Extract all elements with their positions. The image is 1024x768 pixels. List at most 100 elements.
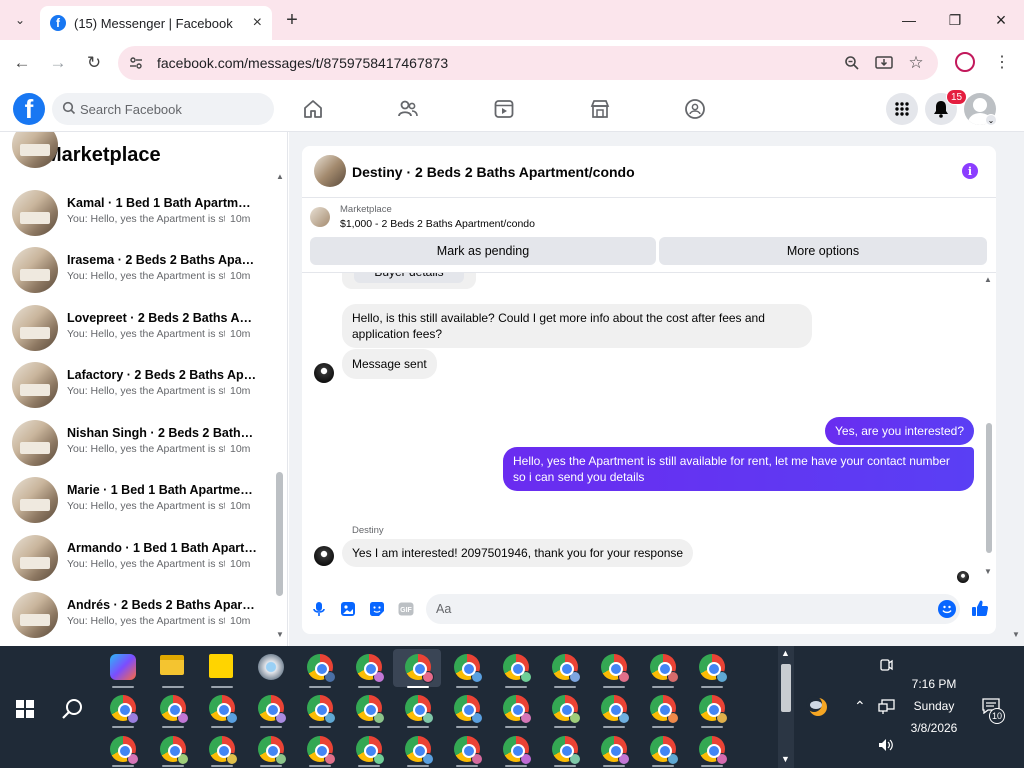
chrome-profile-icon[interactable] <box>258 695 287 724</box>
chrome-profile-icon[interactable] <box>503 695 532 724</box>
chrome-profile-icon[interactable] <box>503 736 532 765</box>
listing-avatar[interactable] <box>314 155 346 187</box>
sticky-notes-icon[interactable] <box>209 654 233 678</box>
chrome-profile-icon[interactable] <box>405 695 434 724</box>
chrome-profile-icon[interactable] <box>356 654 385 683</box>
chrome-profile-icon[interactable] <box>601 654 630 683</box>
chrome-profile-icon[interactable] <box>601 736 630 765</box>
chrome-profile-icon[interactable] <box>650 736 679 765</box>
new-tab-plus-icon[interactable]: + <box>280 8 304 32</box>
tab-close-icon[interactable]: × <box>253 14 262 32</box>
taskbar-search-icon[interactable] <box>60 696 86 722</box>
scroll-up-arrow-icon[interactable]: ▲ <box>984 275 992 284</box>
clock-date[interactable]: 3/8/2026 <box>900 721 968 735</box>
thread-scrollbar[interactable] <box>986 423 992 553</box>
copilot-app-icon[interactable] <box>110 654 136 680</box>
marketplace-icon[interactable] <box>589 98 611 120</box>
chrome-profile-icon[interactable] <box>699 695 728 724</box>
close-window-icon[interactable]: × <box>978 8 1024 32</box>
info-icon[interactable]: i <box>962 163 978 179</box>
chrome-profile-icon[interactable] <box>405 654 434 683</box>
page-scroll-down-arrow-icon[interactable]: ▼ <box>1012 630 1020 639</box>
back-arrow-icon[interactable]: ← <box>10 51 34 75</box>
chrome-profile-icon[interactable] <box>552 736 581 765</box>
more-options-button[interactable]: More options <box>659 237 987 265</box>
chrome-profile-icon[interactable] <box>356 736 385 765</box>
message-input-box[interactable] <box>426 594 960 624</box>
meet-now-camera-icon[interactable] <box>878 657 894 673</box>
tab-search-chevron-icon[interactable]: ⌄ <box>8 9 32 31</box>
chrome-profile-icon[interactable] <box>454 654 483 683</box>
home-icon[interactable] <box>302 98 324 120</box>
bookmark-star-icon[interactable]: ☆ <box>906 53 926 73</box>
sender-avatar[interactable] <box>314 546 334 566</box>
snipping-tool-icon[interactable] <box>258 654 284 680</box>
facebook-search[interactable] <box>52 93 274 125</box>
chrome-profile-icon[interactable] <box>405 736 434 765</box>
mark-as-pending-button[interactable]: Mark as pending <box>310 237 656 265</box>
chrome-profile-icon[interactable] <box>650 695 679 724</box>
chrome-profile-icon[interactable] <box>307 695 336 724</box>
menu-grid-icon[interactable] <box>886 93 918 125</box>
listing-thumbnail[interactable] <box>310 207 330 227</box>
buyer-details-button[interactable]: Buyer details <box>354 273 464 283</box>
chrome-profile-icon[interactable] <box>258 736 287 765</box>
chrome-profile-icon[interactable] <box>552 695 581 724</box>
sender-avatar[interactable] <box>314 363 334 383</box>
chrome-profile-icon[interactable] <box>209 695 238 724</box>
listing-price-title[interactable]: $1,000 - 2 Beds 2 Baths Apartment/condo <box>340 218 535 230</box>
thumbs-up-icon[interactable] <box>970 598 990 618</box>
chrome-profile-icon[interactable] <box>307 654 336 683</box>
account-chevron-icon[interactable]: ⌄ <box>985 114 997 126</box>
scroll-down-arrow-icon[interactable]: ▼ <box>984 567 992 576</box>
chrome-profile-icon[interactable] <box>503 654 532 683</box>
file-explorer-icon[interactable] <box>160 655 184 675</box>
forward-arrow-icon[interactable]: → <box>46 51 70 75</box>
reload-icon[interactable]: ↻ <box>82 51 106 75</box>
chrome-profile-icon[interactable] <box>160 736 189 765</box>
minimize-icon[interactable]: — <box>886 8 932 32</box>
gif-icon[interactable]: GIF <box>397 600 415 618</box>
chrome-profile-icon[interactable] <box>601 695 630 724</box>
emoji-icon[interactable] <box>938 600 956 618</box>
browser-profile-icon[interactable] <box>955 52 975 72</box>
weather-moon-icon[interactable] <box>806 696 830 718</box>
scroll-down-arrow-icon[interactable]: ▼ <box>276 630 284 639</box>
chrome-profile-icon[interactable] <box>160 695 189 724</box>
chrome-profile-icon[interactable] <box>209 736 238 765</box>
chrome-profile-icon[interactable] <box>552 654 581 683</box>
install-app-icon[interactable] <box>874 53 894 73</box>
message-input[interactable] <box>436 594 916 624</box>
buyer-details-card[interactable]: Buyer details <box>342 273 476 289</box>
video-icon[interactable] <box>493 98 515 120</box>
conversation-item[interactable]: Kamal · 1 Bed 1 Bath Apartment/condo You… <box>12 188 270 240</box>
groups-icon[interactable] <box>684 98 706 120</box>
browser-menu-icon[interactable]: ⋮ <box>992 52 1012 74</box>
chrome-profile-icon[interactable] <box>454 736 483 765</box>
search-input[interactable] <box>80 93 266 125</box>
facebook-logo-icon[interactable]: f <box>13 93 45 125</box>
site-info-icon[interactable] <box>128 55 144 71</box>
volume-icon[interactable] <box>878 738 894 752</box>
conversation-item[interactable]: Lafactory · 2 Beds 2 Baths Apartment/con… <box>12 360 270 412</box>
conversation-item[interactable]: Marie · 1 Bed 1 Bath Apartment/condo You… <box>12 475 270 527</box>
chrome-profile-icon[interactable] <box>699 736 728 765</box>
conversation-item[interactable]: Lovepreet · 2 Beds 2 Baths Apartment/con… <box>12 303 270 355</box>
chrome-profile-icon[interactable] <box>110 736 139 765</box>
chrome-profile-icon[interactable] <box>356 695 385 724</box>
conversation-item[interactable]: Andrés · 2 Beds 2 Baths Apartment/condo … <box>12 590 270 642</box>
show-hidden-icons-chevron-icon[interactable]: ⌃ <box>854 698 866 715</box>
photo-icon[interactable] <box>339 600 357 618</box>
microphone-icon[interactable] <box>310 600 328 618</box>
windows-start-icon[interactable] <box>16 700 34 718</box>
zoom-icon[interactable] <box>842 53 862 73</box>
chrome-profile-icon[interactable] <box>307 736 336 765</box>
url-text[interactable]: facebook.com/messages/t/8759758417467873 <box>157 55 448 71</box>
conversation-item[interactable]: Armando · 1 Bed 1 Bath Apartment/condo Y… <box>12 533 270 585</box>
chat-title[interactable]: Destiny · 2 Beds 2 Baths Apartment/condo <box>352 164 635 180</box>
friends-icon[interactable] <box>397 98 419 120</box>
chrome-profile-icon[interactable] <box>454 695 483 724</box>
taskbar-scroll-thumb[interactable] <box>781 664 791 712</box>
restore-icon[interactable]: ❐ <box>932 8 978 32</box>
conversation-item[interactable]: Nishan Singh · 2 Beds 2 Baths Apartment/… <box>12 418 270 470</box>
